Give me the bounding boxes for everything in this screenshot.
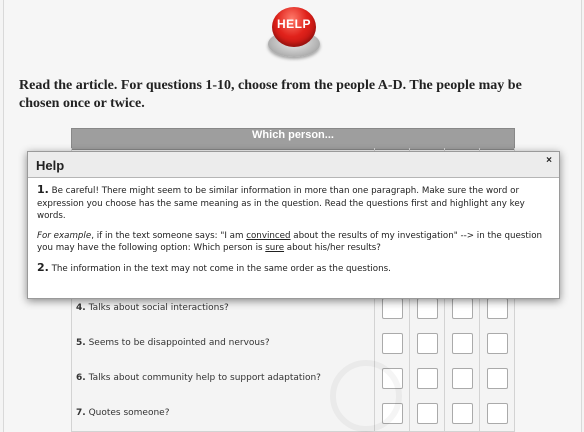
help-paragraph-2: 2. The information in the text may not c… (37, 260, 552, 276)
question-label: Talks about community help to support ad… (88, 373, 321, 383)
table-row: 5. Seems to be disappointed and nervous? (71, 326, 515, 362)
dialog-body: 1. Be careful! There might seem to be si… (37, 183, 552, 282)
instruction-text: Read the article. For questions 1-10, ch… (19, 78, 522, 111)
help-button[interactable]: HELP (266, 3, 322, 59)
paragraph-number: 1. (37, 183, 49, 196)
answer-checkbox-a[interactable] (382, 333, 403, 354)
example-text: about his/her results? (284, 243, 381, 253)
help-button-label: HELP (276, 17, 311, 31)
question-text: 7. Quotes someone? (76, 396, 366, 431)
answer-checkbox-b[interactable] (417, 403, 438, 424)
question-number: 5. (76, 338, 86, 348)
question-number: 6. (76, 373, 86, 383)
answer-checkbox-c[interactable] (452, 403, 473, 424)
paragraph-text: Be careful! There might seem to be simil… (37, 186, 525, 221)
table-header: Which person... (71, 128, 515, 150)
answer-checkbox-c[interactable] (452, 333, 473, 354)
table-row: 6. Talks about community help to support… (71, 361, 515, 397)
paragraph-number: 2. (37, 260, 49, 274)
answer-checkbox-d[interactable] (487, 298, 508, 319)
help-example: For example, if in the text someone says… (37, 230, 552, 255)
example-text: , if in the text someone says: "I am (91, 230, 247, 241)
answer-checkbox-a[interactable] (382, 298, 403, 319)
answer-checkbox-d[interactable] (487, 403, 508, 424)
question-text: 6. Talks about community help to support… (76, 361, 366, 396)
answer-checkbox-c[interactable] (452, 298, 473, 319)
answer-checkbox-c[interactable] (452, 368, 473, 389)
question-number: 7. (76, 408, 86, 418)
answer-checkbox-b[interactable] (417, 333, 438, 354)
answer-checkbox-d[interactable] (487, 368, 508, 389)
question-label: Quotes someone? (88, 408, 170, 418)
example-label: For example (37, 230, 92, 241)
watermark (330, 360, 402, 432)
question-label: Seems to be disappointed and nervous? (88, 338, 270, 348)
table-row: 7. Quotes someone? (71, 396, 515, 432)
answer-checkbox-b[interactable] (417, 298, 438, 319)
answer-checkbox-b[interactable] (417, 368, 438, 389)
question-table: Which person... (71, 128, 515, 150)
dialog-header: Help × (28, 152, 559, 178)
question-label: Talks about social interactions? (88, 303, 229, 313)
question-text: 5. Seems to be disappointed and nervous? (76, 326, 366, 361)
example-underlined-word: sure (265, 243, 285, 253)
dialog-title: Help (36, 158, 65, 173)
answer-checkbox-d[interactable] (487, 333, 508, 354)
help-dialog: Help × 1. Be careful! There might seem t… (27, 151, 560, 299)
help-button-cap: HELP (272, 7, 316, 47)
question-number: 4. (76, 303, 86, 313)
help-paragraph-1: 1. Be careful! There might seem to be si… (37, 183, 552, 223)
paragraph-text: The information in the text may not come… (48, 263, 391, 274)
example-underlined-word: convinced (246, 230, 291, 241)
close-icon[interactable]: × (543, 155, 555, 167)
